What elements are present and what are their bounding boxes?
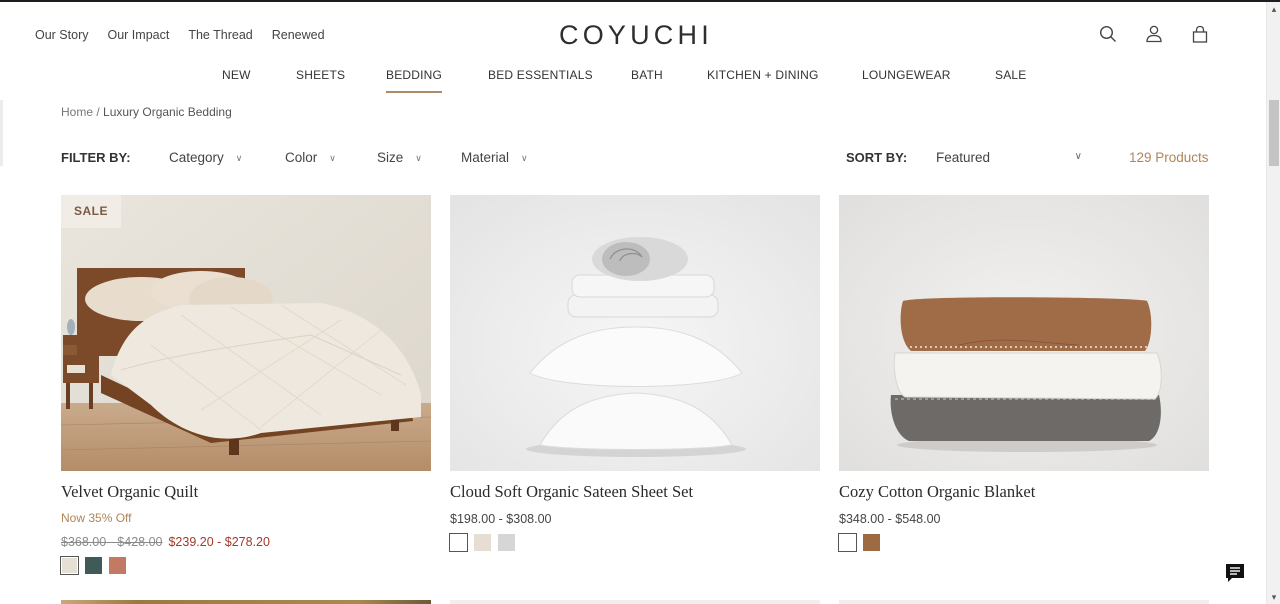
product-image-bed-with-quilt[interactable]: SALE [61, 195, 431, 471]
bed-photo-illustration [61, 195, 431, 471]
next-product-image-peek [61, 600, 431, 604]
product-price: $368.00 - $428.00 $239.20 - $278.20 [61, 535, 431, 549]
utility-nav: Our Story Our Impact The Thread Renewed [35, 28, 325, 42]
cart-icon[interactable] [1190, 24, 1210, 44]
product-image-blanket[interactable] [839, 195, 1209, 471]
blanket-photo-illustration [839, 195, 1209, 471]
breadcrumb-home[interactable]: Home [61, 105, 93, 119]
product-count: 129 Products [1129, 150, 1209, 165]
sheets-photo-illustration [450, 195, 820, 471]
product-card: SALE Velvet Organic Quilt Now 35% Off $3… [60, 195, 431, 575]
page-scrollbar[interactable]: ▴ ▾ [1266, 2, 1280, 604]
swatch-natural[interactable] [474, 534, 491, 551]
filter-category-label: Category [169, 150, 224, 165]
product-card: Cozy Cotton Organic Blanket $348.00 - $5… [838, 195, 1209, 552]
page: Our Story Our Impact The Thread Renewed … [0, 2, 1266, 604]
filter-size[interactable]: Size ∨ [377, 150, 422, 165]
chevron-down-icon: ∨ [329, 153, 336, 163]
color-swatches [60, 556, 431, 575]
filter-category[interactable]: Category ∨ [169, 150, 242, 165]
sort-select[interactable]: Featured ∨ [936, 150, 1082, 165]
nav-new[interactable]: NEW [222, 68, 251, 82]
color-swatches [838, 533, 1209, 552]
sale-badge: SALE [61, 195, 122, 228]
product-title[interactable]: Cozy Cotton Organic Blanket [839, 482, 1209, 502]
swatch-gray[interactable] [498, 534, 515, 551]
breadcrumb: Home / Luxury Organic Bedding [61, 105, 232, 119]
product-title[interactable]: Cloud Soft Organic Sateen Sheet Set [450, 482, 820, 502]
chevron-down-icon: ∨ [415, 153, 422, 163]
nav-sale[interactable]: SALE [995, 68, 1027, 82]
sale-price: $239.20 - $278.20 [168, 535, 270, 549]
filter-material[interactable]: Material ∨ [461, 150, 528, 165]
scroll-down-arrow-icon[interactable]: ▾ [1267, 590, 1280, 604]
left-edge-shadow [0, 100, 3, 166]
util-link-the-thread[interactable]: The Thread [188, 28, 252, 42]
chat-icon[interactable] [1224, 562, 1246, 584]
sort-selected-value: Featured [936, 150, 991, 165]
util-link-renewed[interactable]: Renewed [272, 28, 325, 42]
breadcrumb-current: Luxury Organic Bedding [103, 105, 232, 119]
nav-bath[interactable]: BATH [631, 68, 663, 82]
search-icon[interactable] [1098, 24, 1118, 44]
nav-bed-essentials[interactable]: BED ESSENTIALS [488, 68, 593, 82]
filter-by-label: FILTER BY: [61, 150, 131, 165]
chevron-down-icon: ∨ [1074, 151, 1082, 162]
product-price: $348.00 - $548.00 [839, 512, 941, 526]
product-image-sheet-set[interactable] [450, 195, 820, 471]
product-card: Cloud Soft Organic Sateen Sheet Set $198… [449, 195, 820, 552]
filter-size-label: Size [377, 150, 404, 165]
account-icon[interactable] [1144, 24, 1164, 44]
nav-bedding[interactable]: BEDDING [386, 68, 443, 93]
filter-color-label: Color [285, 150, 318, 165]
filter-material-label: Material [461, 150, 510, 165]
swatch-terracotta[interactable] [109, 557, 126, 574]
product-price: $198.00 - $308.00 [450, 512, 552, 526]
product-promo: Now 35% Off [61, 511, 132, 525]
sort-by-label: SORT BY: [846, 150, 908, 165]
swatch-brown[interactable] [863, 534, 880, 551]
swatch-white[interactable] [449, 533, 468, 552]
next-product-image-peek [450, 600, 820, 604]
breadcrumb-separator: / [93, 105, 104, 119]
original-price: $368.00 - $428.00 [61, 535, 163, 549]
chevron-down-icon: ∨ [521, 153, 528, 163]
util-link-our-impact[interactable]: Our Impact [108, 28, 170, 42]
util-link-our-story[interactable]: Our Story [35, 28, 89, 42]
scroll-thumb[interactable] [1269, 100, 1279, 166]
swatch-pine[interactable] [85, 557, 102, 574]
color-swatches [449, 533, 820, 552]
next-product-image-peek [839, 600, 1209, 604]
scroll-up-arrow-icon[interactable]: ▴ [1267, 2, 1280, 16]
product-title[interactable]: Velvet Organic Quilt [61, 482, 431, 502]
nav-sheets[interactable]: SHEETS [296, 68, 345, 82]
brand-logo[interactable]: COYUCHI [559, 20, 713, 51]
nav-kitchen-dining[interactable]: KITCHEN + DINING [707, 68, 819, 82]
nav-loungewear[interactable]: LOUNGEWEAR [862, 68, 951, 82]
filter-color[interactable]: Color ∨ [285, 150, 336, 165]
swatch-natural[interactable] [60, 556, 79, 575]
chevron-down-icon: ∨ [235, 153, 243, 163]
header-icons [1098, 24, 1210, 44]
swatch-white[interactable] [838, 533, 857, 552]
